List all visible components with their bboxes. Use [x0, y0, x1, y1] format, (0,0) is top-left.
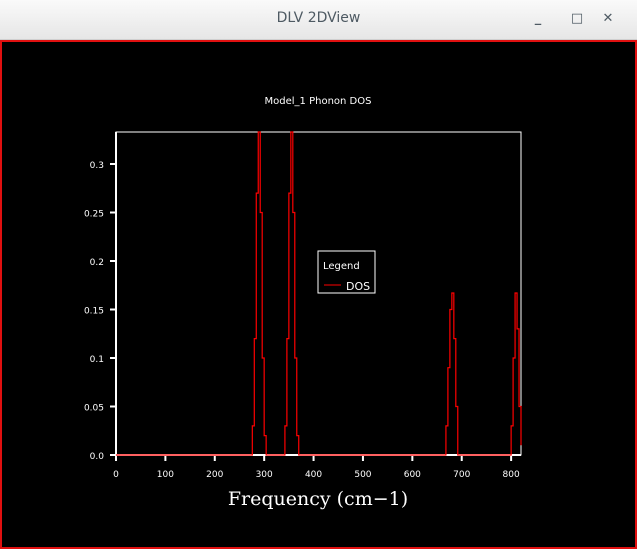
- y-tick-label: 0.0: [90, 452, 105, 462]
- dos-chart: Model_1 Phonon DOS 0 100 200 300 400 500 600 70…: [84, 96, 522, 510]
- y-tick-label: 0.1: [90, 355, 104, 365]
- x-tick-label: 400: [305, 470, 322, 480]
- y-tick-label: 0.2: [90, 258, 104, 268]
- legend-title: Legend: [323, 261, 360, 272]
- x-tick-label: 100: [157, 470, 174, 480]
- x-tick-label: 300: [256, 470, 273, 480]
- x-tick-label: 200: [206, 470, 223, 480]
- legend: Legend DOS: [317, 250, 376, 294]
- x-axis-label: Frequency (cm−1): [228, 488, 408, 510]
- x-tick-label: 600: [404, 470, 421, 480]
- y-tick-label: 0.05: [84, 404, 104, 414]
- x-tick-label: 500: [354, 470, 371, 480]
- y-tick-label: 0.25: [84, 210, 104, 220]
- x-tick-label: 800: [503, 470, 520, 480]
- y-tick-label: 0.15: [84, 307, 104, 317]
- x-tick-label: 0: [113, 470, 119, 480]
- x-tick-label: 700: [453, 470, 470, 480]
- chart-title: Model_1 Phonon DOS: [265, 96, 372, 107]
- y-tick-label: 0.3: [90, 161, 104, 171]
- legend-entry-dos: DOS: [346, 280, 370, 293]
